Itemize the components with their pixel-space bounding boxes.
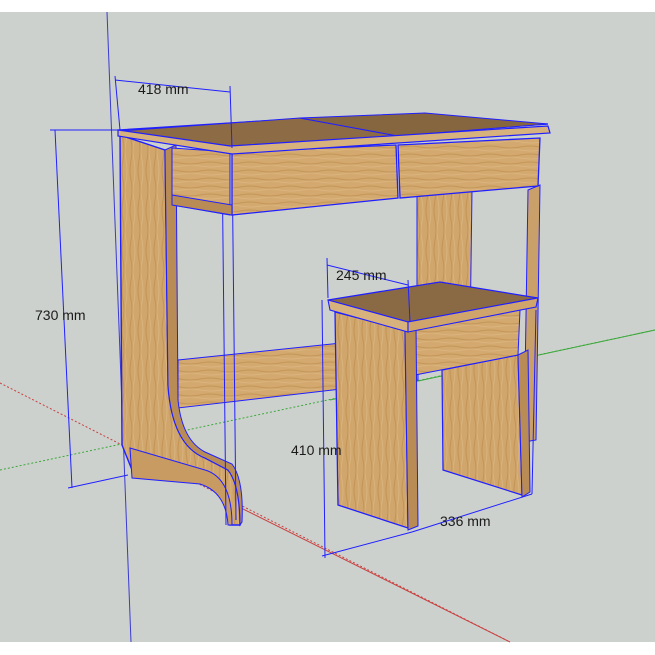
top-white-band [0, 0, 655, 12]
dim-stool-width: 336 mm [440, 513, 491, 529]
model-viewport[interactable]: 418 mm 730 mm 245 mm 410 mm 336 mm [0, 0, 655, 655]
background [0, 12, 655, 642]
dim-stool-height: 410 mm [291, 442, 342, 458]
dim-stool-depth: 245 mm [336, 267, 387, 283]
sketchup-canvas[interactable]: 418 mm 730 mm 245 mm 410 mm 336 mm [0, 0, 655, 655]
stool-back-leg [441, 354, 523, 496]
dim-desk-height: 730 mm [35, 307, 86, 323]
stool-front-leg [334, 311, 409, 529]
dim-desk-depth: 418 mm [138, 81, 189, 97]
bottom-white-band [0, 642, 655, 655]
